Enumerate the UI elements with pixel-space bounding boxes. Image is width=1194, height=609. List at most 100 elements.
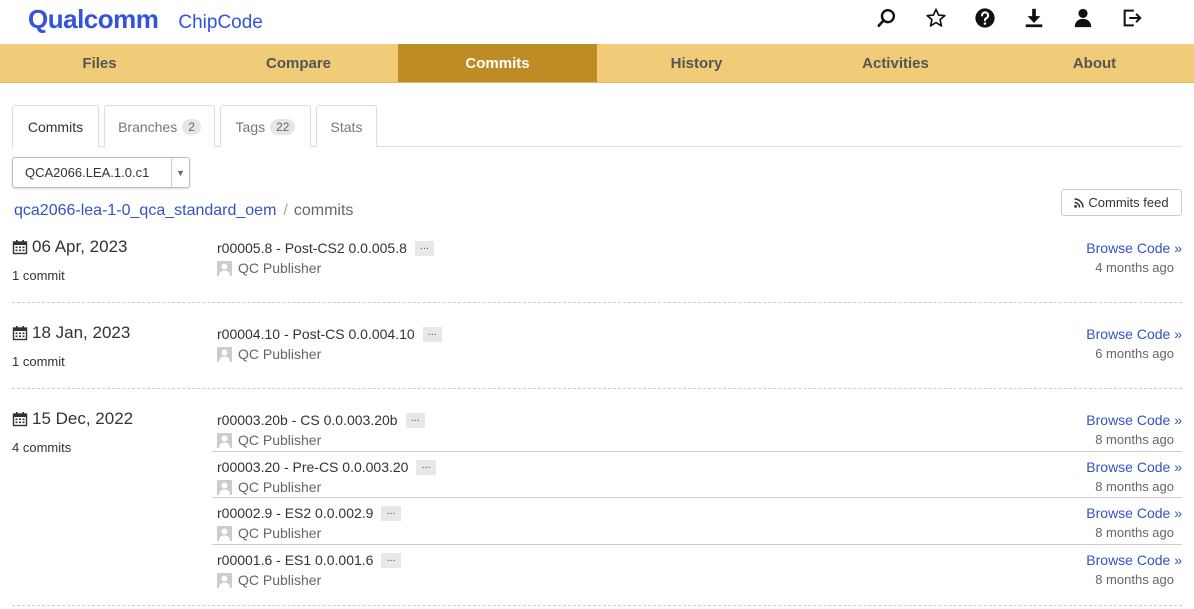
sub-tabs: Commits Branches 2 Tags 22 Stats — [12, 105, 1182, 148]
day-commit-count: 1 commit — [12, 268, 65, 283]
commits-feed-label: Commits feed — [1088, 195, 1169, 210]
day-date: 15 Dec, 2022 — [12, 409, 133, 429]
avatar — [217, 432, 232, 448]
help-icon[interactable] — [973, 4, 997, 32]
breadcrumb: qca2066-lea-1-0_qca_standard_oem / commits — [14, 202, 353, 220]
commit-author-name: QC Publisher — [238, 432, 322, 448]
commit-message[interactable]: r00003.20 - Pre-CS 0.0.003.20 — [217, 459, 408, 475]
commit-message[interactable]: r00002.9 - ES2 0.0.002.9 — [217, 505, 373, 521]
nav-commits[interactable]: Commits — [398, 44, 597, 82]
commit-title: r00005.8 - Post-CS2 0.0.005.8 ... — [217, 240, 435, 256]
chevron-down-icon[interactable]: ▼ — [171, 158, 189, 187]
browse-code-link[interactable]: Browse Code » — [1086, 240, 1182, 256]
brand[interactable]: Qualcomm ChipCode — [28, 4, 263, 35]
commit-author: QC Publisher — [217, 525, 321, 541]
tab-tags[interactable]: Tags 22 — [220, 105, 311, 147]
commit-item: r00005.8 - Post-CS2 0.0.005.8 ... QC Pub… — [212, 240, 1182, 280]
commit-item: r00003.20b - CS 0.0.003.20b ... QC Publi… — [212, 412, 1182, 452]
tab-stats-label: Stats — [330, 118, 363, 135]
nav-activities[interactable]: Activities — [796, 44, 995, 82]
day-date-label: 15 Dec, 2022 — [32, 409, 134, 428]
calendar-icon — [12, 412, 28, 427]
expand-message-button[interactable]: ... — [381, 552, 401, 568]
tab-tags-label: Tags — [235, 118, 266, 135]
browse-code-link[interactable]: Browse Code » — [1086, 412, 1182, 428]
tab-commits-label: Commits — [27, 119, 84, 135]
calendar-icon — [12, 326, 28, 341]
commit-item: r00002.9 - ES2 0.0.002.9 ... QC Publishe… — [212, 505, 1182, 545]
day-divider — [12, 302, 1182, 303]
commit-author: QC Publisher — [217, 432, 321, 448]
day-group: 18 Jan, 2023 1 commit r00004.10 - Post-C… — [12, 323, 1182, 393]
qualcomm-logo[interactable]: Qualcomm — [28, 4, 159, 35]
commit-divider — [212, 451, 1182, 452]
commit-age: 4 months ago — [1095, 260, 1174, 275]
expand-message-button[interactable]: ... — [414, 240, 435, 256]
commit-age: 8 months ago — [1095, 432, 1174, 447]
download-icon[interactable] — [1022, 4, 1046, 32]
user-icon[interactable] — [1071, 4, 1095, 32]
commits-feed-button[interactable]: Commits feed — [1061, 189, 1182, 216]
nav-compare[interactable]: Compare — [199, 44, 398, 82]
tab-commits[interactable]: Commits — [12, 105, 99, 148]
calendar-icon — [12, 240, 28, 255]
search-icon[interactable] — [875, 4, 899, 32]
day-divider — [12, 605, 1182, 606]
tab-stats[interactable]: Stats — [316, 105, 377, 147]
breadcrumb-separator: / — [283, 202, 288, 219]
expand-message-button[interactable]: ... — [422, 326, 442, 342]
commit-author-name: QC Publisher — [238, 346, 322, 362]
product-name[interactable]: ChipCode — [178, 12, 263, 34]
breadcrumb-current: commits — [293, 202, 354, 219]
commit-author: QC Publisher — [217, 572, 321, 588]
commit-author-name: QC Publisher — [238, 479, 322, 495]
day-group: 15 Dec, 2022 4 commits r00003.20b - CS 0… — [12, 409, 1182, 609]
browse-code-link[interactable]: Browse Code » — [1086, 505, 1182, 521]
commit-author-name: QC Publisher — [238, 572, 322, 588]
commit-message[interactable]: r00001.6 - ES1 0.0.001.6 — [217, 552, 373, 568]
rss-icon — [1074, 197, 1085, 208]
commit-age: 6 months ago — [1095, 346, 1174, 361]
avatar — [217, 346, 232, 362]
commit-title: r00003.20b - CS 0.0.003.20b ... — [217, 412, 425, 428]
commit-message[interactable]: r00003.20b - CS 0.0.003.20b — [217, 412, 398, 428]
commit-title: r00003.20 - Pre-CS 0.0.003.20 ... — [217, 459, 436, 475]
commit-author-name: QC Publisher — [238, 525, 322, 541]
tags-count-badge: 22 — [270, 118, 296, 135]
branch-select[interactable]: QCA2066.LEA.1.0.c1 ▼ — [12, 157, 190, 188]
day-date: 18 Jan, 2023 — [12, 323, 130, 343]
logout-icon[interactable] — [1120, 4, 1144, 32]
expand-message-button[interactable]: ... — [416, 459, 436, 475]
star-icon[interactable] — [924, 4, 948, 32]
day-group: 06 Apr, 2023 1 commit r00005.8 - Post-CS… — [12, 237, 1182, 307]
commit-item: r00001.6 - ES1 0.0.001.6 ... QC Publishe… — [212, 552, 1182, 592]
day-date-label: 06 Apr, 2023 — [32, 237, 128, 256]
commit-item: r00003.20 - Pre-CS 0.0.003.20 ... QC Pub… — [212, 459, 1182, 499]
browse-code-link[interactable]: Browse Code » — [1086, 326, 1182, 342]
day-date: 06 Apr, 2023 — [12, 237, 127, 257]
commit-divider — [212, 544, 1182, 545]
expand-message-button[interactable]: ... — [381, 505, 401, 521]
nav-about[interactable]: About — [995, 44, 1194, 82]
day-date-label: 18 Jan, 2023 — [32, 323, 131, 342]
browse-code-link[interactable]: Browse Code » — [1086, 552, 1182, 568]
commit-message[interactable]: r00004.10 - Post-CS 0.0.004.10 — [217, 326, 415, 342]
commit-divider — [212, 497, 1182, 498]
commit-author: QC Publisher — [217, 346, 321, 362]
nav-history[interactable]: History — [597, 44, 796, 82]
commit-title: r00001.6 - ES1 0.0.001.6 ... — [217, 552, 401, 568]
commit-author: QC Publisher — [217, 260, 321, 276]
commit-message[interactable]: r00005.8 - Post-CS2 0.0.005.8 — [217, 240, 407, 256]
breadcrumb-repo-link[interactable]: qca2066-lea-1-0_qca_standard_oem — [14, 202, 276, 219]
tab-branches-label: Branches — [118, 118, 178, 135]
tab-branches[interactable]: Branches 2 — [104, 105, 215, 147]
browse-code-link[interactable]: Browse Code » — [1086, 459, 1182, 475]
main-nav: Files Compare Commits History Activities… — [0, 44, 1194, 83]
commit-title: r00002.9 - ES2 0.0.002.9 ... — [217, 505, 401, 521]
expand-message-button[interactable]: ... — [405, 412, 425, 428]
nav-files[interactable]: Files — [0, 44, 199, 82]
day-divider — [12, 388, 1182, 389]
day-commit-count: 4 commits — [12, 440, 72, 455]
top-icons — [850, 4, 1144, 32]
commit-age: 8 months ago — [1095, 572, 1174, 587]
